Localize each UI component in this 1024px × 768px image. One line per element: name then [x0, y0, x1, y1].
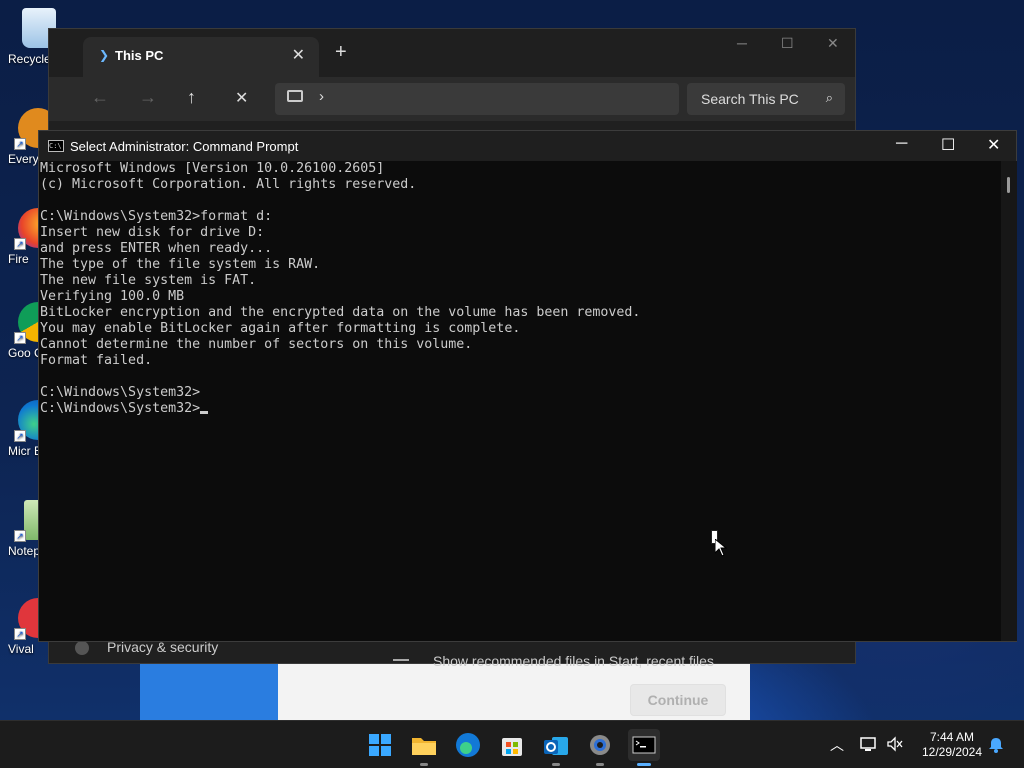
start-button[interactable]	[364, 729, 396, 761]
console-line: BitLocker encryption and the encrypted d…	[40, 305, 641, 320]
running-indicator	[637, 763, 651, 766]
desktop-icon-label: Recycle	[8, 52, 48, 66]
console-line: Verifying 100.0 MB	[40, 289, 185, 304]
setting-icon	[393, 659, 409, 661]
clock-time: 7:44 AM	[929, 730, 975, 744]
network-icon[interactable]	[860, 736, 878, 752]
notification-bell-icon[interactable]	[988, 736, 1004, 754]
maximize-button[interactable]: ☐	[941, 135, 955, 155]
system-clock[interactable]: 7:44 AM 12/29/2024	[916, 730, 988, 760]
edge-icon	[456, 733, 480, 757]
console-line: Format failed.	[40, 353, 153, 368]
up-arrow-icon[interactable]: ↑	[187, 87, 196, 108]
close-button[interactable]: ✕	[987, 135, 1000, 155]
text-cursor	[200, 411, 209, 414]
volume-muted-icon[interactable]	[886, 736, 904, 752]
chevron-up-icon[interactable]: ︿	[830, 735, 844, 755]
close-tab-button[interactable]: ✕	[292, 45, 305, 65]
address-bar[interactable]: ›	[275, 83, 679, 115]
taskbar: ︿ 7:44 AM 12/29/2024	[0, 720, 1024, 768]
running-indicator	[596, 763, 604, 766]
arrow-cursor-icon	[715, 539, 727, 557]
shortcut-arrow-icon: ↗	[14, 238, 26, 250]
shortcut-arrow-icon: ↗	[14, 628, 26, 640]
minimize-button[interactable]: ─	[896, 135, 907, 153]
console-line: C:\Windows\System32>	[40, 385, 201, 400]
pc-folder-icon: ❯	[99, 48, 110, 62]
console-line: The new file system is FAT.	[40, 273, 257, 288]
window-title: Select Administrator: Command Prompt	[70, 139, 299, 154]
console-line: The type of the file system is RAW.	[40, 257, 321, 272]
tab-this-pc[interactable]: ❯ This PC ✕	[83, 37, 319, 77]
setting-label: Show recommended files in Start, recent …	[433, 653, 714, 669]
console-line: Microsoft Windows [Version 10.0.26100.26…	[40, 161, 385, 176]
stop-loading-icon[interactable]: ✕	[235, 88, 248, 108]
forward-arrow-icon[interactable]: →	[139, 87, 157, 108]
console-line: Cannot determine the number of sectors o…	[40, 337, 473, 352]
explorer-maximize-button[interactable]: ☐	[781, 35, 794, 52]
cmd-app-icon[interactable]: C:\	[48, 140, 64, 152]
outlook-icon	[544, 737, 568, 755]
back-arrow-icon[interactable]: ←	[91, 87, 109, 108]
vertical-scrollbar[interactable]	[1001, 161, 1017, 641]
shortcut-arrow-icon: ↗	[14, 138, 26, 150]
command-prompt-window[interactable]: C:\ Select Administrator: Command Prompt…	[38, 130, 1017, 642]
windows-logo-icon	[369, 734, 391, 756]
running-indicator	[420, 763, 428, 766]
shortcut-arrow-icon: ↗	[14, 332, 26, 344]
terminal-icon	[632, 736, 656, 754]
cmd-titlebar[interactable]: C:\ Select Administrator: Command Prompt…	[39, 131, 1016, 161]
taskbar-edge[interactable]	[452, 729, 484, 761]
console-output[interactable]: Microsoft Windows [Version 10.0.26100.26…	[39, 161, 1001, 641]
console-line: You may enable BitLocker again after for…	[40, 321, 521, 336]
taskbar-terminal[interactable]	[628, 729, 660, 766]
desktop-icon-label: Vival	[8, 642, 34, 656]
console-line: and press ENTER when ready...	[40, 241, 273, 256]
gear-icon	[590, 735, 610, 755]
recommended-files-setting[interactable]: Show recommended files in Start, recent …	[379, 651, 849, 669]
taskbar-settings[interactable]	[584, 729, 616, 766]
console-prompt-line: C:\Windows\System32>	[40, 401, 1001, 417]
console-line: (c) Microsoft Corporation. All rights re…	[40, 177, 417, 192]
shortcut-arrow-icon: ↗	[14, 430, 26, 442]
store-icon	[502, 738, 522, 756]
running-indicator	[552, 763, 560, 766]
taskbar-store[interactable]	[496, 729, 528, 761]
continue-button[interactable]: Continue	[630, 684, 726, 716]
search-placeholder: Search This PC	[701, 91, 799, 107]
shortcut-arrow-icon: ↗	[14, 530, 26, 542]
search-icon: ⌕	[825, 90, 833, 105]
clock-date: 12/29/2024	[921, 745, 983, 759]
explorer-minimize-button[interactable]: ─	[737, 35, 747, 51]
setup-banner	[140, 664, 278, 720]
mouse-pointer	[711, 530, 727, 557]
monitor-icon	[287, 90, 303, 102]
explorer-close-button[interactable]: ✕	[827, 35, 839, 52]
setup-dialog: Continue	[278, 664, 750, 720]
taskbar-outlook[interactable]	[540, 729, 572, 766]
new-tab-button[interactable]: +	[335, 41, 347, 64]
shield-icon	[75, 641, 89, 655]
search-input[interactable]: Search This PC ⌕	[687, 83, 845, 115]
console-prompt: C:\Windows\System32>	[40, 401, 201, 416]
taskbar-file-explorer[interactable]	[408, 729, 440, 766]
tab-label: This PC	[115, 48, 164, 63]
console-line: Insert new disk for drive D:	[40, 225, 265, 240]
chevron-right-icon[interactable]: ›	[319, 88, 324, 105]
folder-icon	[412, 738, 436, 755]
explorer-toolbar: ← → ↑ ✕ › Search This PC ⌕	[49, 77, 855, 121]
scrollbar-thumb[interactable]	[1007, 177, 1010, 193]
console-line: C:\Windows\System32>format d:	[40, 209, 273, 224]
explorer-titlebar[interactable]: ❯ This PC ✕ + ─ ☐ ✕	[49, 29, 855, 77]
